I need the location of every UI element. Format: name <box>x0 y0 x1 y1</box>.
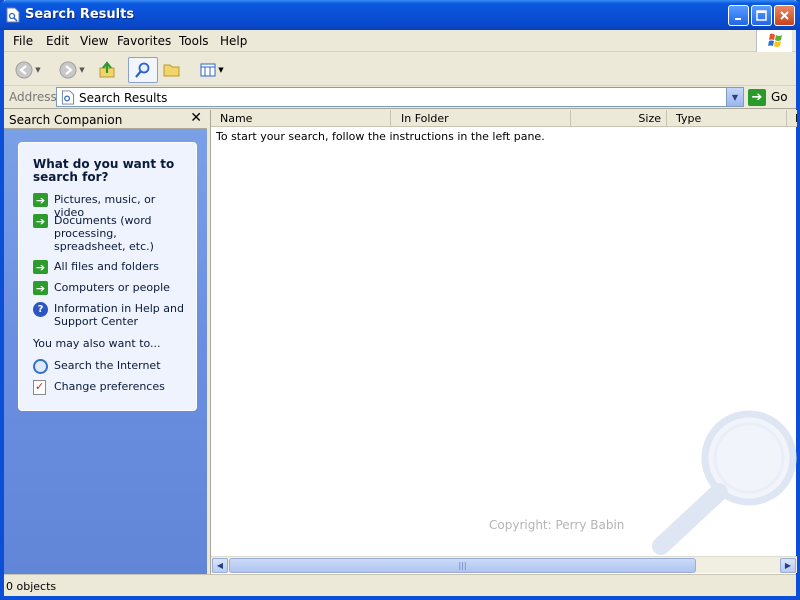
chevron-down-icon: ▼ <box>35 66 41 74</box>
menu-view[interactable]: View <box>80 34 108 48</box>
back-arrow-icon <box>15 61 33 79</box>
address-value: Search Results <box>79 91 168 105</box>
option-label: Computers or people <box>54 281 170 294</box>
forward-arrow-icon <box>59 61 77 79</box>
option-label: Documents (word processing, spreadsheet,… <box>54 214 154 253</box>
search-internet-icon <box>33 359 48 374</box>
document-search-icon <box>61 90 75 105</box>
chevron-left-icon: ◀ <box>216 561 224 570</box>
menu-edit[interactable]: Edit <box>46 34 69 48</box>
option-label: Change preferences <box>54 380 165 393</box>
preferences-icon <box>33 380 46 395</box>
search-companion-pane: Search Companion ✕ What do you want to s… <box>4 110 207 574</box>
column-date[interactable]: D <box>787 110 797 127</box>
menu-file[interactable]: File <box>13 34 33 48</box>
option-computers-people[interactable]: ➔ Computers or people <box>33 281 184 295</box>
view-grid-icon <box>200 63 216 77</box>
go-label: Go <box>771 90 788 104</box>
folder-icon <box>163 64 180 77</box>
help-icon: ? <box>33 302 48 317</box>
search-companion-header: Search Companion ✕ <box>4 110 207 129</box>
document-search-icon <box>6 7 20 23</box>
scroll-right-button[interactable]: ▶ <box>780 558 796 573</box>
green-arrow-icon: ➔ <box>33 281 48 295</box>
address-bar: Address Search Results ▼ ➔ Go <box>4 86 796 109</box>
column-type[interactable]: Type <box>667 110 787 127</box>
search-button[interactable] <box>128 57 158 83</box>
search-internet-link[interactable]: Search the Internet <box>33 359 184 374</box>
address-input[interactable]: Search Results ▼ <box>56 87 744 107</box>
search-icon <box>135 62 150 78</box>
option-label: Search the Internet <box>54 359 161 372</box>
close-pane-icon[interactable]: ✕ <box>190 110 202 126</box>
green-arrow-icon: ➔ <box>33 260 48 274</box>
up-folder-button[interactable] <box>96 57 118 83</box>
go-arrow-icon: ➔ <box>748 88 766 106</box>
empty-results-message: To start your search, follow the instruc… <box>216 130 545 143</box>
menu-bar: File Edit View Favorites Tools Help <box>4 30 796 52</box>
maximize-icon <box>756 10 767 21</box>
grip-icon: ||| <box>458 561 467 570</box>
chevron-down-icon: ▼ <box>731 92 739 102</box>
search-results-window: Search Results File Edit View Favorites … <box>0 0 800 600</box>
also-want-label: You may also want to... <box>33 337 161 350</box>
minimize-icon <box>734 17 741 20</box>
green-arrow-icon: ➔ <box>33 193 48 207</box>
back-button[interactable]: ▼ <box>12 57 44 83</box>
change-preferences-link[interactable]: Change preferences <box>33 380 184 395</box>
green-arrow-icon: ➔ <box>33 214 48 228</box>
folder-up-icon <box>99 61 115 78</box>
column-header-row: Name In Folder Size Type D <box>211 110 797 127</box>
copyright-watermark: Copyright: Perry Babin <box>489 518 625 532</box>
option-help-support[interactable]: ? Information in Help and Support Center <box>33 302 184 328</box>
menu-tools[interactable]: Tools <box>179 34 209 48</box>
close-button[interactable] <box>774 5 795 26</box>
status-text: 0 objects <box>6 580 57 593</box>
search-options-panel: What do you want to search for? ➔ Pictur… <box>18 142 197 411</box>
chevron-down-icon: ▼ <box>218 66 224 74</box>
folders-button[interactable] <box>160 57 184 83</box>
address-label: Address <box>9 90 57 104</box>
chevron-down-icon: ▼ <box>79 66 85 74</box>
chevron-right-icon: ▶ <box>784 561 792 570</box>
option-label: Information in Help and Support Center <box>54 302 184 328</box>
results-pane: Name In Folder Size Type D To start your… <box>210 110 797 574</box>
option-label: All files and folders <box>54 260 159 273</box>
status-bar: 0 objects <box>4 574 796 596</box>
toolbar: ▼ ▼ ▼ <box>4 53 796 86</box>
option-all-files[interactable]: ➔ All files and folders <box>33 260 184 274</box>
title-bar[interactable]: Search Results <box>0 0 800 30</box>
scroll-thumb[interactable]: ||| <box>229 558 696 573</box>
go-button[interactable]: ➔ Go <box>748 88 788 106</box>
search-companion-title: Search Companion <box>9 113 123 127</box>
windows-logo-icon <box>756 30 792 52</box>
option-documents[interactable]: ➔ Documents (word processing, spreadshee… <box>33 214 184 253</box>
horizontal-scrollbar[interactable]: ◀ ||| ▶ <box>211 556 797 573</box>
minimize-button[interactable] <box>728 5 749 26</box>
address-dropdown-button[interactable]: ▼ <box>726 88 743 106</box>
close-icon <box>780 11 789 20</box>
views-button[interactable]: ▼ <box>196 57 228 83</box>
scroll-left-button[interactable]: ◀ <box>212 558 228 573</box>
column-name[interactable]: Name <box>211 110 391 127</box>
window-title: Search Results <box>25 7 135 22</box>
magnifier-watermark-icon <box>652 410 797 555</box>
column-size[interactable]: Size <box>571 110 667 127</box>
maximize-button[interactable] <box>751 5 772 26</box>
search-heading: What do you want to search for? <box>33 157 175 184</box>
column-in-folder[interactable]: In Folder <box>391 110 571 127</box>
menu-favorites[interactable]: Favorites <box>117 34 171 48</box>
menu-help[interactable]: Help <box>220 34 247 48</box>
forward-button[interactable]: ▼ <box>54 57 90 83</box>
